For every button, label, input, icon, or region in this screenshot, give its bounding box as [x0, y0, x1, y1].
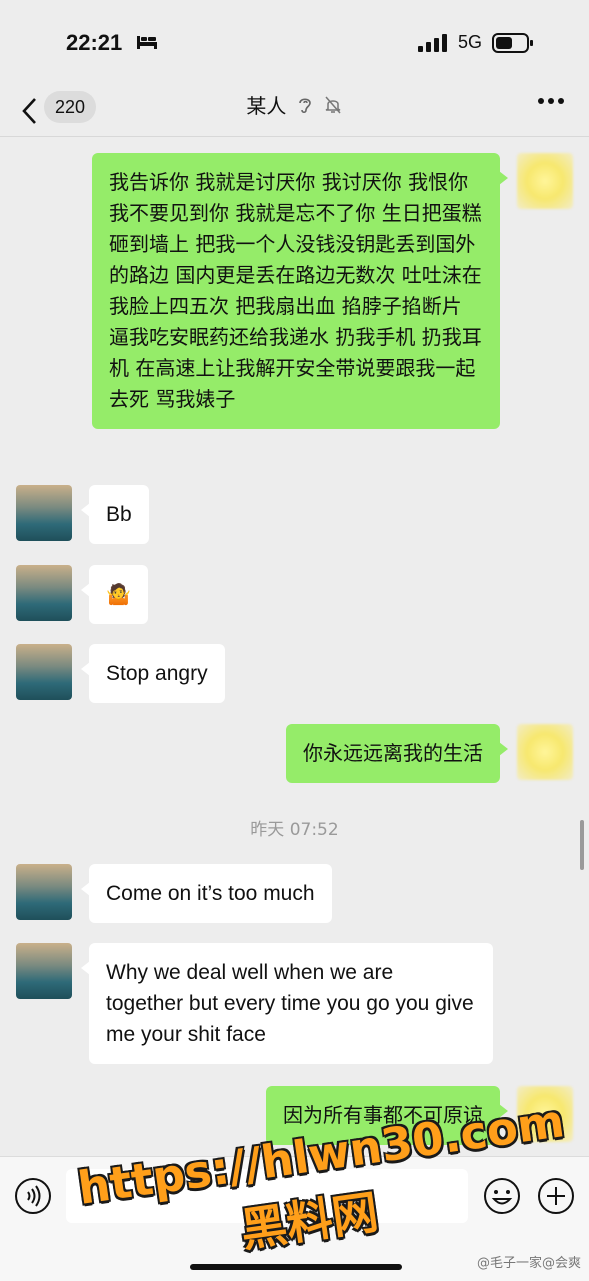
- message-bubble-incoming[interactable]: Why we deal well when we are together bu…: [81, 943, 493, 1064]
- contact-avatar[interactable]: [16, 485, 72, 541]
- chat-title: 某人: [246, 94, 287, 118]
- message-bubble-incoming[interactable]: 🤷: [81, 565, 148, 624]
- mute-bell-icon: [325, 96, 341, 113]
- voice-input-icon[interactable]: [14, 1177, 52, 1215]
- my-avatar[interactable]: [517, 153, 573, 209]
- message-bubble-outgoing[interactable]: 我告诉你 我就是讨厌你 我讨厌你 我恨你 我不要见到你 我就是忘不了你 生日把蛋…: [92, 153, 508, 429]
- battery-icon: [492, 33, 533, 53]
- more-options-icon[interactable]: [537, 96, 565, 106]
- message-timestamp: 昨天 07:52: [250, 820, 339, 840]
- chat-header: 某人 220: [0, 86, 589, 137]
- contact-avatar[interactable]: [16, 943, 72, 999]
- chevron-left-icon: [22, 98, 36, 124]
- scrollbar[interactable]: [580, 820, 584, 870]
- message-bubble-outgoing[interactable]: 你永远远离我的生活: [286, 724, 508, 783]
- status-bar: 22:21 5G: [0, 0, 589, 86]
- status-time: 22:21: [66, 30, 123, 55]
- home-indicator[interactable]: [190, 1264, 402, 1270]
- signal-icon: [418, 34, 447, 52]
- message-bubble-incoming[interactable]: Stop angry: [81, 644, 225, 703]
- message-bubble-incoming[interactable]: Come on it’s too much: [81, 864, 332, 923]
- contact-avatar[interactable]: [16, 565, 72, 621]
- sleep-focus-icon: [137, 36, 157, 49]
- contact-avatar[interactable]: [16, 644, 72, 700]
- ear-icon: [298, 97, 311, 113]
- my-avatar[interactable]: [517, 724, 573, 780]
- add-attachment-icon[interactable]: [537, 1177, 575, 1215]
- emoji-icon[interactable]: [483, 1177, 521, 1215]
- network-type: 5G: [458, 32, 483, 52]
- message-bubble-incoming[interactable]: Bb: [81, 485, 149, 544]
- credit-watermark: @毛子一家@会爽: [476, 1256, 581, 1271]
- unread-count-badge[interactable]: 220: [44, 91, 96, 123]
- contact-avatar[interactable]: [16, 864, 72, 920]
